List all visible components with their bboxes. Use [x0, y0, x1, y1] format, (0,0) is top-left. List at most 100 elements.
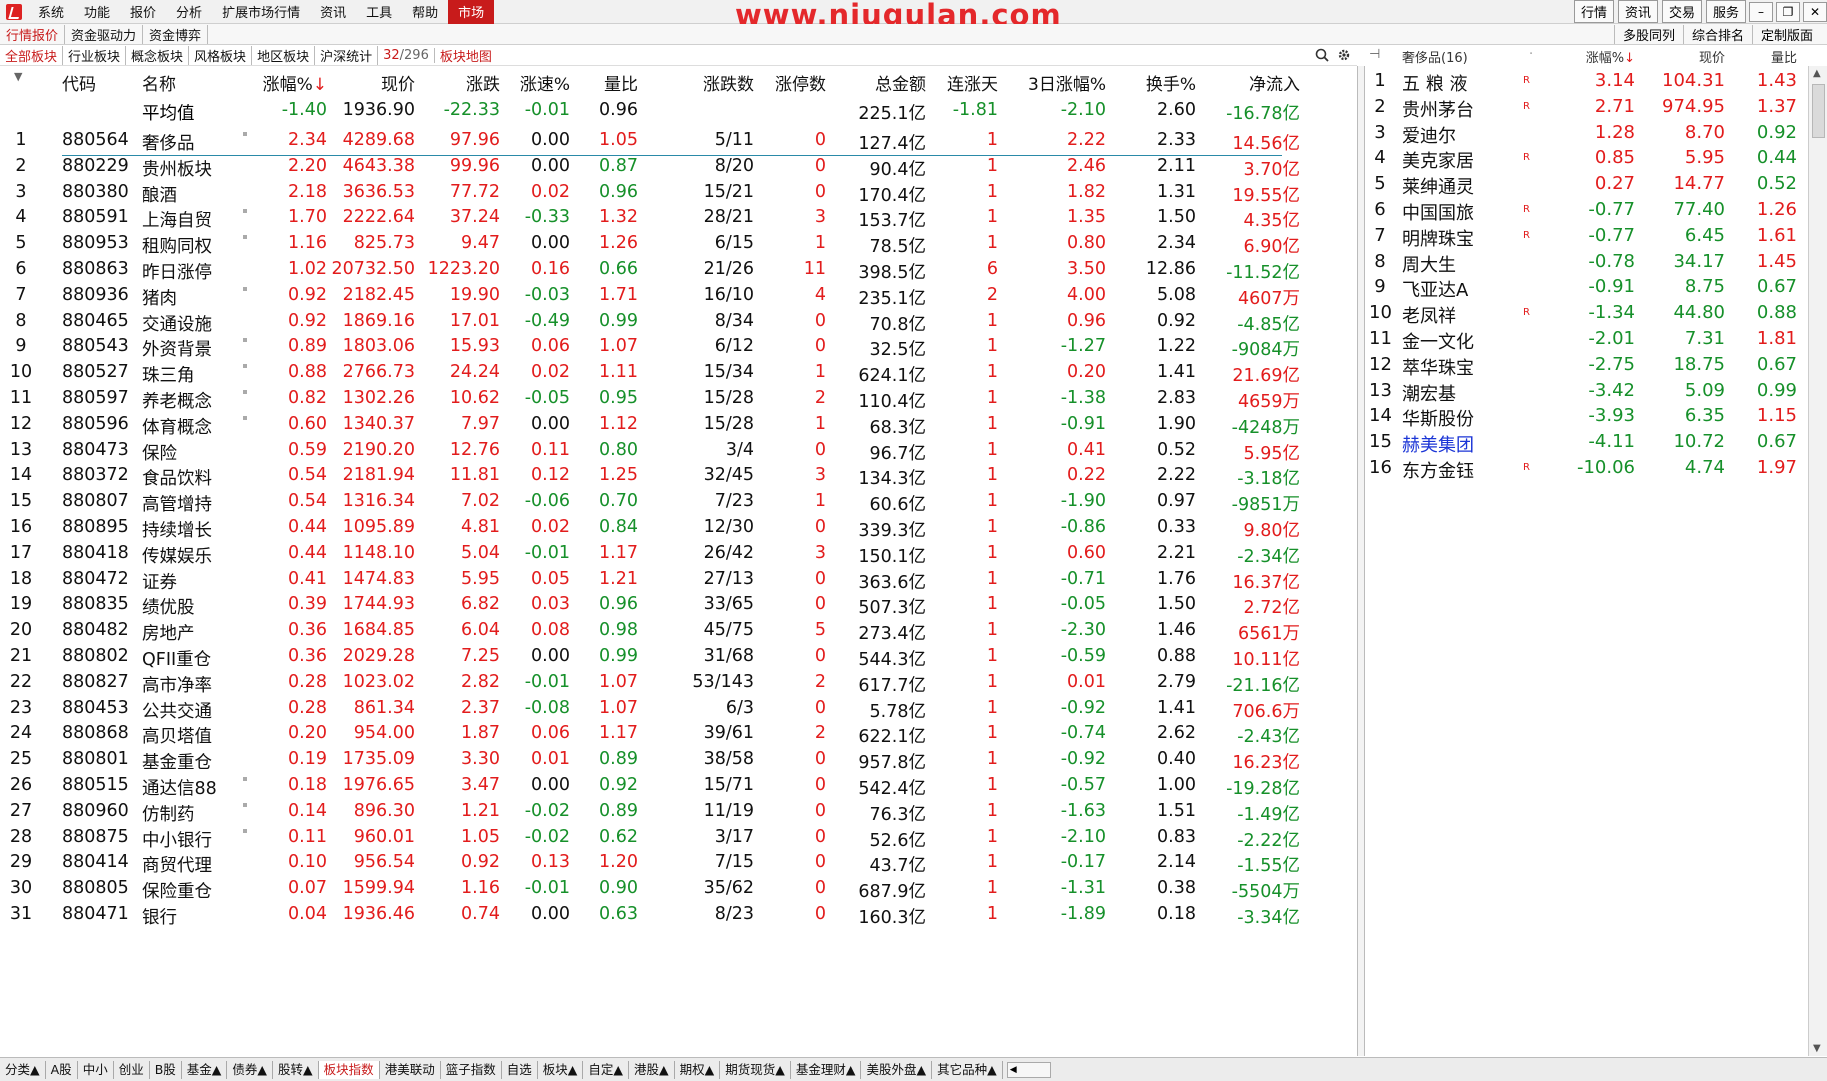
- bottom-tab[interactable]: A股: [46, 1060, 78, 1079]
- tab-region[interactable]: 地区板块: [252, 45, 316, 65]
- menu-market[interactable]: 市场: [448, 0, 495, 24]
- bottom-tab[interactable]: 债券▲: [227, 1060, 274, 1079]
- custom-layout-button[interactable]: 定制版面: [1751, 24, 1821, 44]
- tab-concept[interactable]: 概念板块: [126, 45, 190, 65]
- cell-diff: 3.30: [461, 749, 500, 770]
- column-header-lim[interactable]: 涨停数: [754, 70, 826, 95]
- menu-system[interactable]: 系统: [28, 2, 74, 21]
- vertical-scrollbar[interactable]: ▲ ▼: [1808, 66, 1827, 1056]
- cell-code: 880960: [62, 800, 129, 821]
- cell-lim: 0: [814, 594, 826, 615]
- cell-d3: 0.96: [1067, 310, 1106, 331]
- minimize-icon[interactable]: –: [1749, 1, 1773, 22]
- side-header-vr[interactable]: 量比: [1725, 47, 1797, 66]
- menu-help[interactable]: 帮助: [402, 2, 448, 21]
- cell-lim: 0: [814, 878, 826, 899]
- pin-icon[interactable]: ⊣: [1369, 47, 1380, 62]
- bottom-tab[interactable]: B股: [150, 1060, 182, 1079]
- menu-news[interactable]: 资讯: [310, 2, 356, 21]
- column-header-code[interactable]: 代码: [62, 70, 142, 95]
- search-icon[interactable]: [1315, 48, 1329, 62]
- scroll-thumb[interactable]: [1812, 84, 1825, 138]
- column-header-days[interactable]: 连涨天: [926, 70, 998, 95]
- news-button[interactable]: 资讯: [1617, 0, 1658, 23]
- bottom-tab[interactable]: 板块指数: [318, 1060, 380, 1079]
- cell-turn: 0.97: [1157, 491, 1196, 512]
- column-header-ud[interactable]: 涨跌数: [672, 70, 754, 95]
- column-header-price[interactable]: 现价: [327, 70, 415, 95]
- gear-icon[interactable]: [1337, 48, 1351, 62]
- cell-diff: 99.96: [449, 155, 500, 176]
- bottom-tab[interactable]: 其它品种▲: [932, 1060, 1003, 1079]
- column-header-flow[interactable]: 净流入: [1196, 70, 1300, 95]
- bottom-tab[interactable]: 港美联动: [380, 1060, 441, 1079]
- quote-button[interactable]: 行情: [1573, 0, 1614, 23]
- tab-style[interactable]: 风格板块: [189, 45, 253, 65]
- column-header-diff[interactable]: 涨跌: [415, 70, 500, 95]
- column-header-name[interactable]: 名称: [142, 70, 242, 95]
- service-button[interactable]: 服务: [1705, 0, 1746, 23]
- table-row[interactable]: 31 880471 银行 0.04 1936.46 0.74 0.00 0.63 8/23 0 16…: [0, 900, 1357, 930]
- restore-icon[interactable]: ❐: [1776, 1, 1800, 22]
- menu-analysis[interactable]: 分析: [166, 2, 212, 21]
- sector-count: 32/296: [378, 47, 435, 63]
- bottom-tab[interactable]: 篮子指数: [441, 1060, 502, 1079]
- tab-industry[interactable]: 行业板块: [63, 45, 127, 65]
- panel-splitter[interactable]: [1357, 66, 1365, 1056]
- column-header-amount[interactable]: 总金额: [826, 70, 926, 95]
- bottom-tab[interactable]: 美股外盘▲: [861, 1060, 933, 1079]
- scroll-up-icon[interactable]: ▲: [1813, 68, 1821, 79]
- ranking-button[interactable]: 综合排名: [1682, 24, 1752, 44]
- bottom-tab[interactable]: 基金▲: [182, 1060, 228, 1079]
- menu-quote[interactable]: 报价: [120, 2, 166, 21]
- bottom-tab[interactable]: 分类▲: [0, 1060, 46, 1079]
- stock-price: 6.45: [1684, 224, 1725, 246]
- bottom-tab[interactable]: 自定▲: [583, 1060, 629, 1079]
- menu-extended-market[interactable]: 扩展市场行情: [212, 2, 310, 21]
- column-menu-icon[interactable]: ▼: [14, 70, 22, 83]
- menu-tools[interactable]: 工具: [356, 2, 402, 21]
- column-header-chg[interactable]: 涨幅%↓: [252, 70, 327, 95]
- cell-turn: 2.14: [1157, 852, 1196, 873]
- trade-button[interactable]: 交易: [1661, 0, 1702, 23]
- bottom-tab[interactable]: 期权▲: [675, 1060, 721, 1079]
- sector-map-link[interactable]: 板块地图: [435, 46, 497, 65]
- bottom-tab[interactable]: 基金理财▲: [791, 1060, 862, 1079]
- bottom-tab[interactable]: 创业: [114, 1060, 150, 1079]
- bottom-tab[interactable]: 期货现货▲: [720, 1060, 791, 1079]
- bottom-tab[interactable]: 股转▲: [273, 1060, 319, 1079]
- tab-capital-drive[interactable]: 资金驱动力: [65, 24, 144, 44]
- tab-quote-list[interactable]: 行情报价: [0, 24, 66, 44]
- cell-lim: 1: [814, 362, 826, 383]
- bottom-tab[interactable]: 板块▲: [538, 1060, 584, 1079]
- scroll-down-icon[interactable]: ▼: [1813, 1043, 1821, 1054]
- bottom-tab[interactable]: 自选: [502, 1060, 538, 1079]
- multi-stock-button[interactable]: 多股同列: [1613, 24, 1683, 44]
- tab-sh-sz-stats[interactable]: 沪深统计: [315, 45, 379, 65]
- tab-capital-game[interactable]: 资金博弈: [143, 24, 209, 44]
- cell-price: 1302.26: [342, 388, 415, 408]
- side-header-chg[interactable]: 涨幅%↓: [1540, 47, 1635, 66]
- cell-diff: 19.90: [449, 284, 500, 305]
- side-header-price[interactable]: 现价: [1635, 47, 1725, 66]
- cell-speed: 0.02: [531, 362, 570, 383]
- close-icon[interactable]: ✕: [1803, 1, 1827, 22]
- menu-function[interactable]: 功能: [74, 2, 120, 21]
- tab-all-sectors[interactable]: 全部板块: [0, 45, 64, 65]
- column-header-speed[interactable]: 涨速%: [500, 70, 570, 95]
- column-header-turn[interactable]: 换手%: [1106, 70, 1196, 95]
- tab-scroll-left-icon[interactable]: ◀: [1006, 1061, 1051, 1078]
- cell-turn: 1.46: [1157, 620, 1196, 641]
- column-header-d3[interactable]: 3日涨幅%: [998, 70, 1106, 95]
- stock-row[interactable]: 16 东方金钰 R -10.06 4.74 1.97: [1365, 454, 1805, 484]
- bottom-tab[interactable]: 中小: [78, 1060, 114, 1079]
- cell-days: 1: [986, 594, 998, 615]
- cell-vr: 0.92: [599, 775, 638, 795]
- cell-days: 1: [986, 697, 998, 718]
- cell-ud: 33/65: [703, 594, 754, 615]
- cell-vr: 0.87: [599, 155, 638, 176]
- column-header-vr[interactable]: 量比: [570, 70, 638, 95]
- cell-speed: 0.08: [531, 620, 570, 641]
- cell-days: 1: [986, 336, 998, 357]
- bottom-tab[interactable]: 港股▲: [629, 1060, 675, 1079]
